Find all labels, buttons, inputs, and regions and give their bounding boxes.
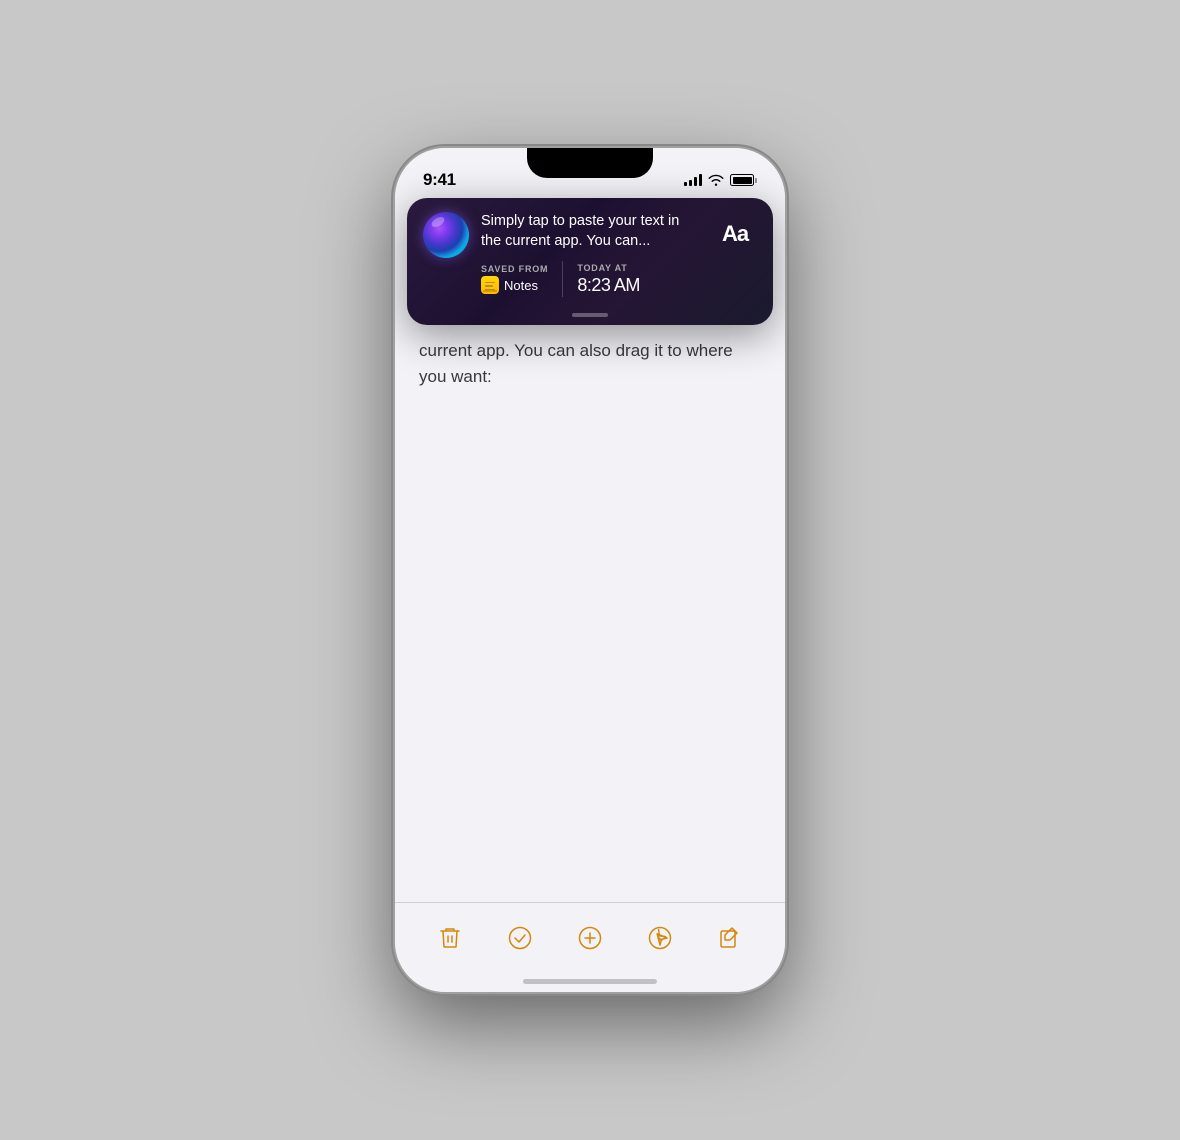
today-time: 8:23 AM: [577, 275, 640, 296]
siri-aa-button[interactable]: Aa: [713, 212, 757, 256]
today-label: TODAY AT: [577, 263, 640, 273]
add-circle-icon: [577, 925, 603, 951]
status-time: 9:41: [423, 170, 456, 190]
meta-divider: [562, 261, 563, 297]
content-text: current app. You can also drag it to whe…: [419, 338, 761, 389]
siri-saved-from: SAVED FROM Notes: [481, 264, 562, 294]
source-app-name: Notes: [504, 278, 538, 293]
notes-app-icon: [481, 276, 499, 294]
signal-bars-icon: [684, 174, 702, 186]
siri-main-text: Simply tap to paste your text in the cur…: [481, 212, 701, 251]
siri-text-block: Simply tap to paste your text in the cur…: [481, 212, 701, 309]
status-icons: [684, 174, 757, 186]
notch: [527, 148, 653, 178]
home-indicator: [523, 979, 657, 984]
siri-orb-icon: [423, 212, 469, 258]
siri-popup[interactable]: Simply tap to paste your text in the cur…: [407, 198, 773, 325]
share-button[interactable]: [636, 914, 684, 962]
wifi-icon: [708, 174, 724, 186]
phone-frame: 9:41 Simply tap to pas: [395, 148, 785, 992]
add-button[interactable]: [566, 914, 614, 962]
check-button[interactable]: [496, 914, 544, 962]
compose-icon: [718, 926, 742, 950]
trash-icon: [438, 925, 462, 951]
drag-handle: [572, 313, 608, 317]
compose-button[interactable]: [706, 914, 754, 962]
siri-meta: SAVED FROM Notes TODAY AT: [481, 261, 701, 309]
saved-from-label: SAVED FROM: [481, 264, 548, 274]
battery-icon: [730, 174, 757, 186]
check-circle-icon: [507, 925, 533, 951]
siri-today: TODAY AT 8:23 AM: [577, 263, 640, 296]
aa-label: Aa: [722, 221, 748, 247]
siri-source: Notes: [481, 276, 548, 294]
delete-button[interactable]: [426, 914, 474, 962]
navigation-icon: [647, 925, 673, 951]
